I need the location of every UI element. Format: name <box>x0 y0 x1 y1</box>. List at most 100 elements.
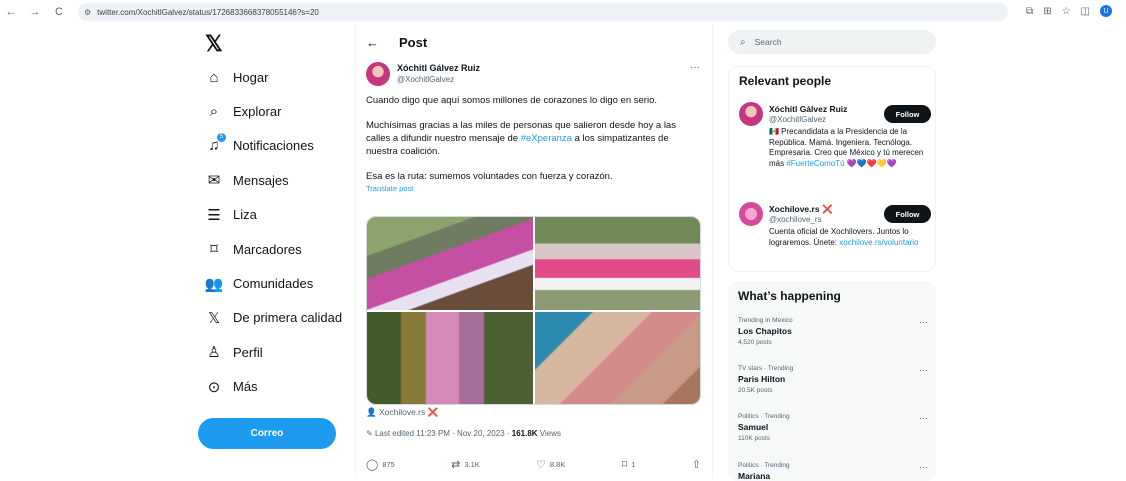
nav-item-lists[interactable]: ☰ Liza <box>195 198 345 232</box>
author-avatar[interactable] <box>366 62 390 86</box>
trend-name: Paris Hilton <box>738 374 786 384</box>
x-logo-icon[interactable]: 𝕏 <box>205 28 345 60</box>
nav-item-communities[interactable]: 👥 Comunidades <box>195 266 345 300</box>
post-media-grid <box>366 216 701 405</box>
bookmark-icon: ⌑ <box>210 241 218 259</box>
person-handle[interactable]: @xochilove_rs <box>769 215 822 224</box>
post-meta: ✎ Last edited 11:23 PM · Nov 20, 2023 · … <box>366 429 561 438</box>
back-arrow-icon[interactable]: ← <box>4 6 18 18</box>
trend-item[interactable]: Trending in Mexico Los Chapitos 4,520 po… <box>738 317 928 346</box>
search-input[interactable]: ⌕ Search <box>728 30 936 54</box>
card-title: Relevant people <box>739 74 832 88</box>
repost-button[interactable]: ⇄ 3.1K <box>451 456 480 472</box>
avatar[interactable] <box>739 202 763 226</box>
post-header: ← Post <box>356 24 712 60</box>
nav-item-home[interactable]: ⌂ Hogar <box>195 60 345 94</box>
hashtag-link[interactable]: #FuerteComoTú <box>786 159 844 168</box>
trend-item[interactable]: TV stars · Trending Paris Hilton 20.5K p… <box>738 365 928 394</box>
nav-item-profile[interactable]: ♙ Perfil <box>195 335 345 369</box>
more-options-icon[interactable]: ··· <box>919 462 928 472</box>
nav-item-notifications[interactable]: ♫ 5 Notificaciones <box>195 129 345 163</box>
more-options-icon[interactable]: ··· <box>919 365 928 375</box>
nav-item-explore[interactable]: ⌕ Explorar <box>195 94 345 128</box>
nav-label: Más <box>233 379 258 395</box>
nav-label: De primera calidad <box>233 310 343 326</box>
person-icon: 👤 <box>366 407 379 417</box>
post-paragraph: Muchísimas gracias a las miles de person… <box>366 120 676 157</box>
person-name[interactable]: Xóchitl Gálvez Ruiz <box>769 104 847 114</box>
person-bio: Cuenta oficial de Xochilovers. Juntos lo… <box>769 227 919 247</box>
reload-icon[interactable]: C <box>52 6 66 18</box>
nav-item-messages[interactable]: ✉ Mensajes <box>195 163 345 197</box>
bio-link[interactable]: xochilove.rs/voluntario <box>839 238 918 247</box>
trend-name: Los Chapitos <box>738 326 792 336</box>
nav-item-more[interactable]: ⊙ Más <box>195 370 345 404</box>
translate-icon[interactable]: ⊞ <box>1043 6 1051 17</box>
nav-label: Liza <box>233 207 257 223</box>
avatar[interactable] <box>739 102 763 126</box>
view-count: 161.8K <box>511 429 538 438</box>
edit-pencil-icon: ✎ <box>366 429 375 438</box>
forward-arrow-icon[interactable]: → <box>28 6 42 18</box>
post-paragraph: Esa es la ruta: sumemos voluntades con f… <box>366 171 613 182</box>
url-text: twitter.com/XochitlGalvez/status/1726833… <box>97 7 319 17</box>
notification-badge: 5 <box>217 133 226 143</box>
hashtag-link[interactable]: #eXperanza <box>521 133 572 144</box>
post-author: Xóchitl Gálvez Ruiz @XochitlGalvez ··· <box>356 60 712 94</box>
person-handle[interactable]: @XochitlGalvez <box>769 115 826 124</box>
media-photo[interactable] <box>534 217 700 310</box>
follow-button[interactable]: Follow <box>884 105 931 123</box>
cast-icon[interactable]: ⧉ <box>1026 6 1033 17</box>
post-paragraph: Cuando digo que aquí somos millones de c… <box>366 95 657 106</box>
trend-item[interactable]: Politics · Trending Samuel 110K posts ··… <box>738 413 928 442</box>
more-options-icon[interactable]: ··· <box>690 62 700 73</box>
media-photo[interactable] <box>367 217 533 310</box>
trend-count: 110K posts <box>738 435 771 442</box>
address-bar[interactable]: ⚙ twitter.com/XochitlGalvez/status/17268… <box>78 3 1008 21</box>
nav-item-premium[interactable]: 𝕏 De primera calidad <box>195 301 345 335</box>
more-options-icon[interactable]: ··· <box>919 413 928 423</box>
whats-happening-card: What’s happening Trending in Mexico Los … <box>728 281 936 481</box>
trend-context: Politics · Trending <box>738 462 790 469</box>
media-photo[interactable] <box>367 311 533 404</box>
media-photo[interactable] <box>534 311 700 404</box>
person-bio: 🇲🇽 Precandidata a la Presidencia de la R… <box>769 127 924 168</box>
more-options-icon[interactable]: ··· <box>919 317 928 327</box>
envelope-icon: ✉ <box>207 172 221 190</box>
reply-icon: ◯ <box>366 458 379 471</box>
back-icon[interactable]: ← <box>366 35 379 50</box>
author-name[interactable]: Xóchitl Gálvez Ruiz <box>397 63 480 73</box>
media-credit[interactable]: 👤 Xochilove.rs ❌ <box>366 407 438 418</box>
bell-icon: ♫ 5 <box>203 133 226 154</box>
trend-count: 20.5K posts <box>738 387 773 394</box>
reply-button[interactable]: ◯ 875 <box>366 456 395 472</box>
trend-count: 4,520 posts <box>738 339 772 346</box>
nav-label: Explorar <box>233 104 282 120</box>
bookmark-star-icon[interactable]: ☆ <box>1062 6 1071 17</box>
search-icon: ⌕ <box>740 36 746 48</box>
site-settings-icon[interactable]: ⚙ <box>84 8 91 17</box>
edited-timestamp[interactable]: Last edited 11:23 PM · Nov 20, 2023 · <box>375 429 512 438</box>
sidepanel-icon[interactable]: ◫ <box>1081 6 1090 17</box>
profile-avatar[interactable]: U <box>1100 5 1112 17</box>
x-mark-icon: ❌ <box>821 204 833 214</box>
person-name[interactable]: Xochilove.rs ❌ <box>769 204 833 215</box>
list-icon: ☰ <box>207 206 221 224</box>
column-divider <box>712 24 713 478</box>
search-icon: ⌕ <box>209 103 219 121</box>
nav-label: Marcadores <box>233 241 302 257</box>
page-title: Post <box>399 34 428 50</box>
nav-item-bookmarks[interactable]: ⌑ Marcadores <box>195 232 345 266</box>
relevant-people-card: Relevant people Xóchitl Gálvez Ruiz @Xoc… <box>728 66 936 272</box>
author-handle[interactable]: @XochitlGalvez <box>397 75 454 84</box>
left-navigation: 𝕏 ⌂ Hogar ⌕ Explorar ♫ 5 Notificaciones ✉… <box>195 28 345 404</box>
post-button[interactable]: Correo <box>198 418 336 449</box>
trend-item[interactable]: Politics · Trending Mariana ··· <box>738 462 928 481</box>
bookmark-button[interactable]: ⌑ 1 <box>622 456 636 472</box>
nav-label: Notificaciones <box>233 138 314 154</box>
translate-link[interactable]: Translate post <box>356 184 712 198</box>
share-button[interactable]: ⇧ <box>692 456 701 472</box>
follow-button[interactable]: Follow <box>884 205 931 223</box>
like-button[interactable]: ♡ 8.8K <box>536 456 565 472</box>
repost-icon: ⇄ <box>451 458 461 471</box>
